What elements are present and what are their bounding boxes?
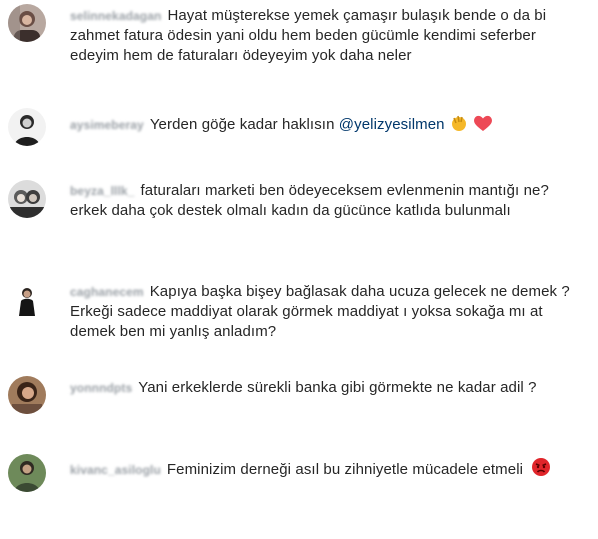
comment-username[interactable]: beyza_lllk_ (70, 184, 134, 198)
comment-text: Kapıya başka bişey bağlasak daha ucuza g… (70, 283, 570, 340)
comment-username[interactable]: yonnndpts (70, 381, 132, 395)
avatar[interactable] (8, 282, 46, 320)
avatar[interactable] (8, 4, 46, 42)
comment-username[interactable]: kivanc_asiloglu (70, 463, 161, 477)
user-photo-icon (8, 108, 46, 146)
comment-text: faturaları marketi ben ödeyeceksem evlen… (70, 182, 549, 219)
comment-text: Yani erkeklerde sürekli banka gibi görme… (138, 379, 537, 396)
comments-list: selinnekadagan Hayat müşterekse yemek çam… (0, 0, 598, 539)
comment-text: Feminizim derneği asıl bu zihniyetle müc… (166, 461, 524, 478)
comment-text: Yerden göğe kadar haklısın (149, 116, 335, 133)
avatar[interactable] (8, 108, 46, 146)
avatar[interactable] (8, 376, 46, 414)
user-photo-icon (8, 180, 46, 218)
avatar[interactable] (8, 180, 46, 218)
user-photo-icon (8, 282, 46, 320)
user-photo-icon (8, 376, 46, 414)
comment-username[interactable]: caghanecem (70, 285, 144, 299)
mention-link[interactable]: @yelizyesilmen (339, 116, 445, 133)
avatar[interactable] (8, 454, 46, 492)
comment-username[interactable]: selinnekadagan (70, 9, 161, 23)
clapping-hands-icon (449, 114, 469, 138)
comment-username[interactable]: aysimeberay (70, 118, 144, 132)
angry-face-icon (531, 457, 551, 483)
red-heart-icon (473, 114, 493, 138)
user-photo-icon (8, 4, 46, 42)
user-photo-icon (8, 454, 46, 492)
